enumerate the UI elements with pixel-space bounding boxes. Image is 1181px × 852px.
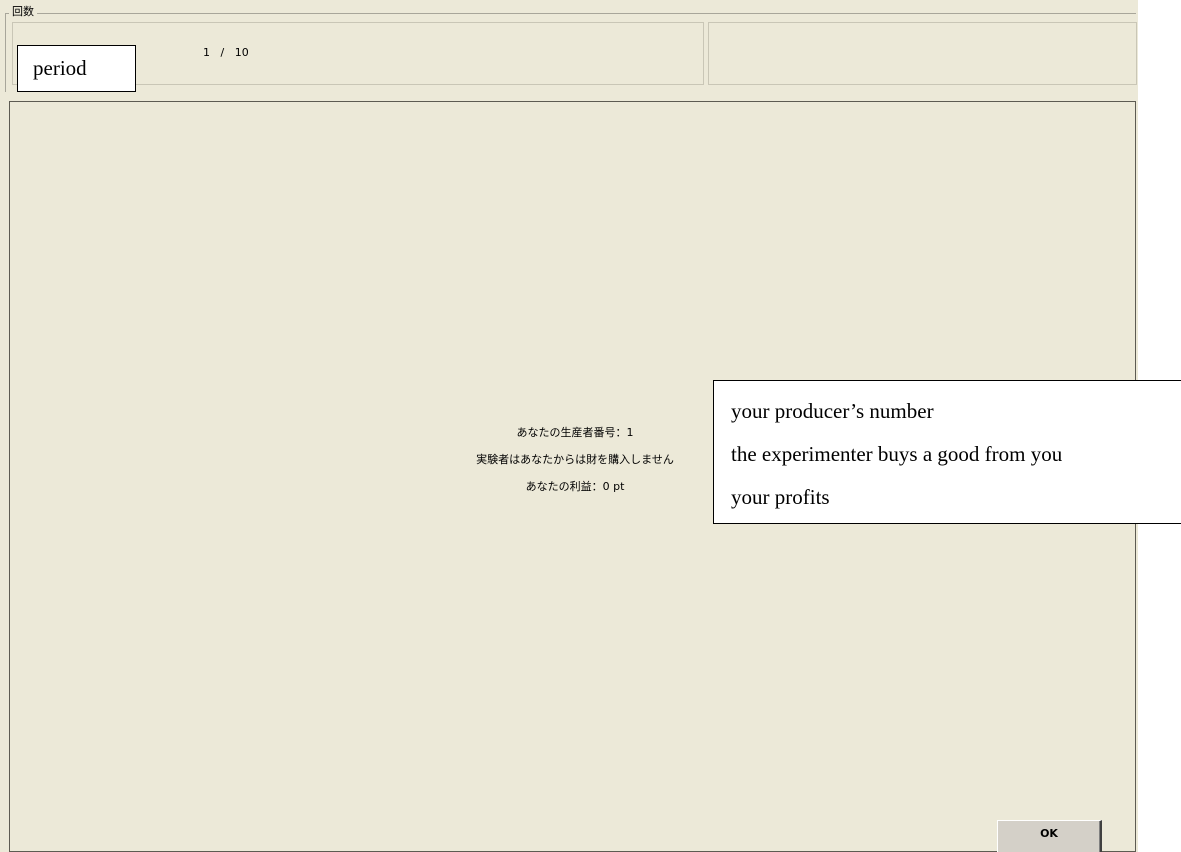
groupbox-title: 回数 [9,6,37,18]
annotation-profits: your profits [731,485,830,509]
period-counter: 1 / 10 [203,46,249,59]
status-panel [708,22,1137,85]
period-total: 10 [234,46,249,59]
profit-text: あなたの利益：0 pt [525,480,625,493]
annotation-info-box: your producer’s number the experimenter … [713,380,1181,524]
annotation-period: period [17,45,136,92]
ok-button[interactable]: OK [997,820,1102,852]
period-separator: / [220,46,225,59]
annotation-producer-number: your producer’s number [731,399,934,423]
period-current: 1 [203,46,210,59]
producer-number-text: あなたの生産者番号：1 [516,426,634,439]
purchase-status-text: 実験者はあなたからは財を購入しません [476,453,674,466]
annotation-experimenter-buys: the experimenter buys a good from you [731,442,1063,466]
